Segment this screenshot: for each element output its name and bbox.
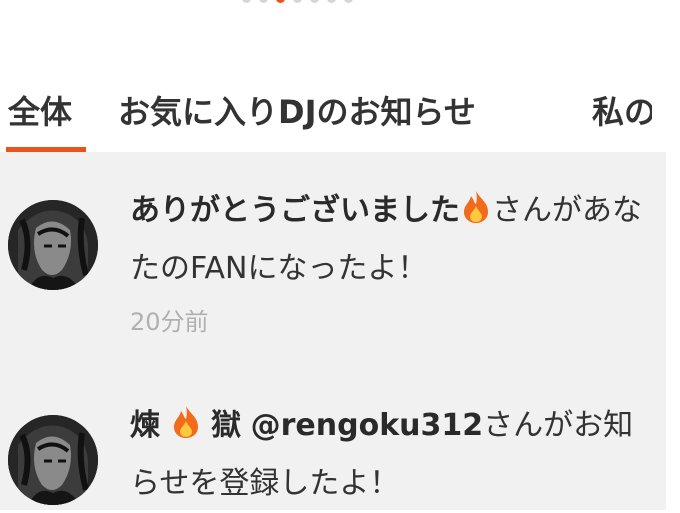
notification-time: 20分前 [130,308,209,336]
page-dot [259,0,268,3]
user-name-part1[interactable]: 煉 [130,408,160,443]
flame-icon [173,406,198,438]
avatar[interactable] [8,415,98,505]
page-dot [293,0,302,3]
page-dot [344,0,353,3]
user-name[interactable]: ありがとうございました [130,193,460,228]
list-edge [666,152,680,510]
page-indicator [242,0,353,3]
notification-message: 煉 獄 @rengoku312さんがお知らせを登録したよ！ [130,397,650,513]
page-dot [327,0,336,3]
page-dot-active [276,0,285,3]
page-dot [242,0,251,3]
tab-all[interactable]: 全体 [8,86,72,138]
page-dot [310,0,319,3]
tab-favorite-dj-news[interactable]: お気に入りDJのお知らせ [118,86,476,138]
tab-bar-edge [652,86,680,152]
user-handle[interactable]: @rengoku312 [251,408,484,443]
tab-bar: 全体 お気に入りDJのお知らせ 私の [0,86,652,154]
avatar-image [8,415,98,505]
avatar[interactable] [8,200,98,290]
user-name-part2[interactable]: 獄 [211,408,241,443]
tab-mine[interactable]: 私の [592,86,652,138]
notification-list: ありがとうございました さんがあなたのFANになったよ！ 20分前 煉 獄 @re… [0,152,666,510]
avatar-image [8,200,98,290]
notification-message: ありがとうございました さんがあなたのFANになったよ！ [130,182,650,298]
flame-icon [464,191,488,223]
